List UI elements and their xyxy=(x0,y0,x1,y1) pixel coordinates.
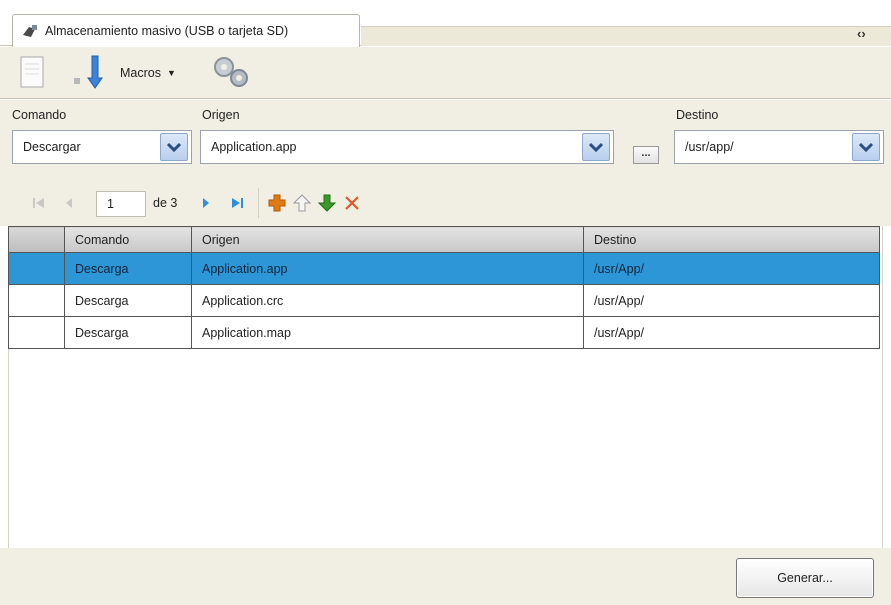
chevron-down-icon[interactable] xyxy=(582,133,610,161)
first-page-icon[interactable] xyxy=(30,194,48,212)
settings-button[interactable] xyxy=(208,53,258,93)
tab-mass-storage[interactable]: Almacenamiento masivo (USB o tarjeta SD) xyxy=(12,14,360,47)
tab-title: Almacenamiento masivo (USB o tarjeta SD) xyxy=(45,24,289,38)
tab-strip: Almacenamiento masivo (USB o tarjeta SD)… xyxy=(0,0,891,47)
commands-grid-area: Comando Origen Destino Descarga Applicat… xyxy=(8,226,883,548)
table-header-row: Comando Origen Destino xyxy=(8,226,880,253)
previous-page-icon[interactable] xyxy=(60,194,78,212)
move-down-icon[interactable] xyxy=(318,194,336,212)
source-value: Application.app xyxy=(211,140,297,154)
footer-bar: Generar... xyxy=(0,548,891,605)
column-header-command[interactable]: Comando xyxy=(64,226,192,253)
generate-button[interactable]: Generar... xyxy=(736,558,874,598)
gears-icon xyxy=(208,53,254,94)
cell-destination[interactable]: /usr/App/ xyxy=(583,284,880,317)
toolbar: Macros ▼ xyxy=(0,47,891,99)
pager-toolbar: de 3 xyxy=(0,182,891,226)
destination-label: Destino xyxy=(676,108,719,122)
table-row[interactable]: Descarga Application.app /usr/App/ xyxy=(8,252,880,285)
toolbar-separator xyxy=(258,188,259,218)
source-select[interactable]: Application.app xyxy=(200,130,614,164)
row-header-corner xyxy=(8,226,65,253)
macros-label: Macros xyxy=(120,66,161,80)
tab-bar-background xyxy=(361,26,891,46)
command-select[interactable]: Descargar xyxy=(12,130,192,164)
command-label: Comando xyxy=(12,108,67,122)
cell-source[interactable]: Application.crc xyxy=(191,284,584,317)
cell-destination[interactable]: /usr/App/ xyxy=(583,316,880,349)
chevron-down-icon[interactable] xyxy=(852,133,880,161)
tab-scroll-arrows[interactable]: ‹› xyxy=(853,22,891,44)
move-up-icon[interactable] xyxy=(293,194,311,212)
usb-storage-icon xyxy=(21,23,39,39)
row-selector[interactable] xyxy=(8,284,65,317)
page-count-label: de 3 xyxy=(153,196,178,210)
add-row-icon[interactable] xyxy=(268,194,286,212)
macros-menu-button[interactable]: Macros ▼ xyxy=(120,53,200,93)
last-page-icon[interactable] xyxy=(228,194,246,212)
cell-command[interactable]: Descarga xyxy=(64,316,192,349)
destination-value: /usr/app/ xyxy=(685,140,734,154)
document-icon xyxy=(18,55,46,92)
destination-select[interactable]: /usr/app/ xyxy=(674,130,884,164)
cell-destination[interactable]: /usr/App/ xyxy=(583,252,880,285)
column-header-destination[interactable]: Destino xyxy=(583,226,880,253)
row-selector[interactable] xyxy=(8,316,65,349)
command-form: Comando Descargar Origen Application.app… xyxy=(0,100,891,182)
row-selector[interactable] xyxy=(8,252,65,285)
cell-command[interactable]: Descarga xyxy=(64,284,192,317)
source-label: Origen xyxy=(202,108,240,122)
download-button[interactable] xyxy=(72,53,114,93)
table-row[interactable]: Descarga Application.crc /usr/App/ xyxy=(8,284,880,317)
cell-source[interactable]: Application.map xyxy=(191,316,584,349)
browse-button[interactable]: ... xyxy=(633,146,659,164)
delete-row-icon[interactable] xyxy=(343,194,361,212)
download-arrow-icon xyxy=(72,52,112,95)
table-row[interactable]: Descarga Application.map /usr/App/ xyxy=(8,316,880,349)
new-file-button[interactable] xyxy=(18,53,54,93)
cell-command[interactable]: Descarga xyxy=(64,252,192,285)
cell-source[interactable]: Application.app xyxy=(191,252,584,285)
commands-table: Comando Origen Destino Descarga Applicat… xyxy=(8,226,880,349)
chevron-down-icon[interactable] xyxy=(160,133,188,161)
column-header-source[interactable]: Origen xyxy=(191,226,584,253)
page-number-input[interactable] xyxy=(96,191,146,217)
command-value: Descargar xyxy=(23,140,81,154)
dropdown-arrow-icon: ▼ xyxy=(166,68,176,78)
next-page-icon[interactable] xyxy=(197,194,215,212)
